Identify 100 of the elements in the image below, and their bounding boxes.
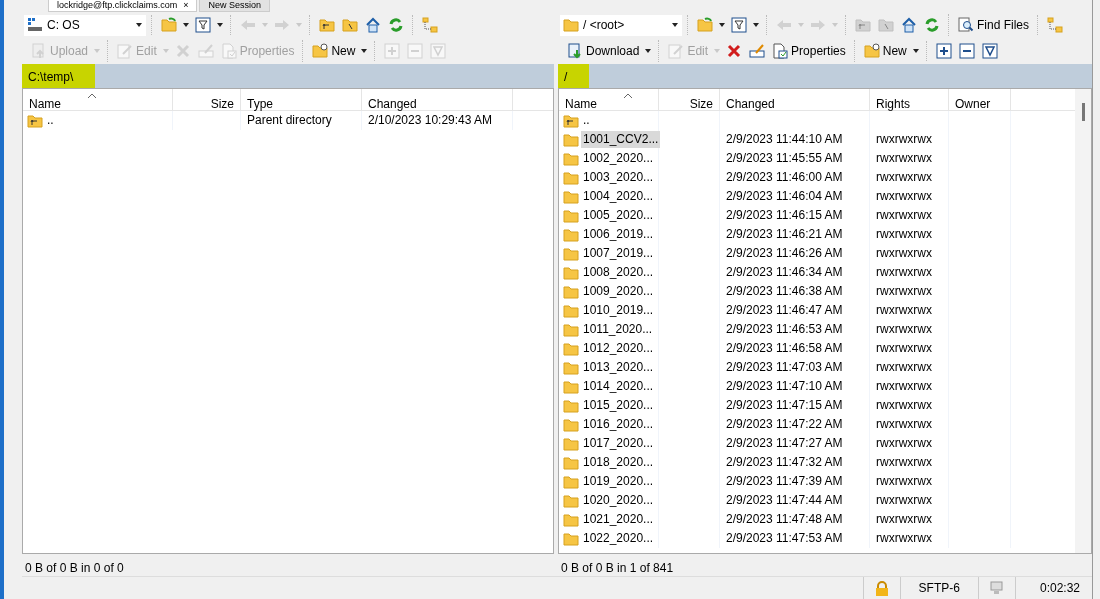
scrollbar-thumb[interactable] [1081,103,1085,121]
file-row[interactable]: 1020_2020... 2/9/2023 11:47:44 AM rwxrwxrwx [559,491,1075,510]
table-cell: 2/9/2023 11:44:10 AM [726,132,843,146]
file-row[interactable]: 1009_2020... 2/9/2023 11:46:38 AM rwxrwxrwx [559,282,1075,301]
table-cell: 2/9/2023 11:47:48 AM [726,512,843,526]
table-cell: rwxrwxrwx [876,189,932,203]
table-cell: 2/9/2023 11:46:53 AM [726,322,843,336]
column-header[interactable]: Name [559,89,659,110]
caret-icon [644,47,653,55]
file-row[interactable]: 1007_2019... 2/9/2023 11:46:26 AM rwxrwxrwx [559,244,1075,263]
file-row[interactable]: 1018_2020... 2/9/2023 11:47:32 AM rwxrwxrwx [559,453,1075,472]
location-dropdown[interactable]: C: OS [24,14,146,36]
root-folder-icon [878,17,894,33]
open-folder-icon [697,17,713,33]
file-row[interactable]: .. [559,111,1075,130]
file-row[interactable]: 1003_2020... 2/9/2023 11:46:00 AM rwxrwxrwx [559,168,1075,187]
file-name: 1012_2020... [582,340,655,357]
new-folder-icon [863,43,880,59]
file-row[interactable]: 1015_2020... 2/9/2023 11:47:15 AM rwxrwxrwx [559,396,1075,415]
caret-icon [182,21,190,29]
file-row[interactable]: 1014_2020... 2/9/2023 11:47:10 AM rwxrwxrwx [559,377,1075,396]
parent-folder-icon [27,112,43,129]
file-row[interactable]: 1006_2019... 2/9/2023 11:46:21 AM rwxrwxrwx [559,225,1075,244]
file-row[interactable]: 1005_2020... 2/9/2023 11:46:15 AM rwxrwxrwx [559,206,1075,225]
table-cell: 2/9/2023 11:46:34 AM [726,265,843,279]
table-cell: 2/9/2023 11:47:15 AM [726,398,843,412]
tree-button[interactable] [419,15,441,35]
file-name: 1013_2020... [582,359,655,376]
column-header[interactable]: Changed [720,89,870,110]
file-row[interactable]: .. Parent directory 2/10/2023 10:29:43 AM [23,111,553,130]
protocol-label: SFTP-6 [918,580,960,597]
open-folder-icon [161,17,177,33]
table-cell: rwxrwxrwx [876,398,932,412]
edit-icon [668,43,685,59]
column-header[interactable]: Type [241,89,362,110]
file-name: 1022_2020... [582,530,655,547]
folder-icon [563,340,579,357]
file-name: 1014_2020... [582,378,655,395]
table-cell: rwxrwxrwx [876,208,932,222]
file-row[interactable]: 1017_2020... 2/9/2023 11:47:27 AM rwxrwxrwx [559,434,1075,453]
column-header[interactable]: Size [659,89,720,110]
column-header[interactable]: Rights [870,89,949,110]
table-cell: 2/9/2023 11:46:26 AM [726,246,843,260]
file-row[interactable]: 1002_2020... 2/9/2023 11:45:55 AM rwxrwxrwx [559,149,1075,168]
parent-folder-icon [319,17,335,33]
file-row[interactable]: 1012_2020... 2/9/2023 11:46:58 AM rwxrwxrwx [559,339,1075,358]
sort-caret-icon [623,92,633,99]
file-row[interactable]: 1008_2020... 2/9/2023 11:46:34 AM rwxrwxrwx [559,263,1075,282]
folder-icon [563,169,579,186]
refresh-icon [388,17,404,33]
file-row[interactable]: 1010_2019... 2/9/2023 11:46:47 AM rwxrwxrwx [559,301,1075,320]
caret-icon [216,21,224,29]
file-row[interactable]: 1013_2020... 2/9/2023 11:47:03 AM rwxrwxrwx [559,358,1075,377]
file-row[interactable]: 1004_2020... 2/9/2023 11:46:04 AM rwxrwxrwx [559,187,1075,206]
filter-button[interactable] [728,15,750,35]
file-name: 1001_CCV2... [581,131,661,148]
home-icon [901,17,917,33]
filter-button[interactable] [192,15,214,35]
session-tab[interactable]: New Session [199,0,270,12]
session-tab[interactable]: lockridge@ftp.clickclaims.com × [48,0,198,12]
file-name: 1020_2020... [582,492,655,509]
file-row[interactable]: 1016_2020... 2/9/2023 11:47:22 AM rwxrwxrwx [559,415,1075,434]
file-name: 1002_2020... [582,150,655,167]
table-cell: 2/9/2023 11:45:55 AM [726,151,843,165]
folder-icon [563,454,579,471]
plus-icon [384,43,401,59]
folder-icon [563,283,579,300]
download-button[interactable]: Download [564,40,643,62]
column-header[interactable]: Owner [949,89,1011,110]
file-row[interactable]: 1022_2020... 2/9/2023 11:47:53 AM rwxrwxrwx [559,529,1075,548]
find-button[interactable]: Find Files [955,14,1032,36]
file-row[interactable]: 1011_2020... 2/9/2023 11:46:53 AM rwxrwxrwx [559,320,1075,339]
lock-icon [873,580,890,597]
column-header[interactable]: Size [173,89,241,110]
table-cell: rwxrwxrwx [876,417,932,431]
file-row[interactable]: 1001_CCV2... 2/9/2023 11:44:10 AM rwxrwxrwx [559,130,1075,149]
table-cell: rwxrwxrwx [876,360,932,374]
file-name: 1015_2020... [582,397,655,414]
table-cell: rwxrwxrwx [876,474,932,488]
properties-button[interactable]: Properties [769,40,849,62]
new-button[interactable]: New [309,40,359,62]
filter-icon [731,17,747,33]
delete-icon [726,43,743,59]
scrollbar[interactable] [1075,89,1091,553]
column-header[interactable]: Changed [362,89,513,110]
tree-button[interactable] [1044,15,1066,35]
forward-arrow-icon [810,17,826,33]
parent-folder-icon [855,17,871,33]
file-row[interactable]: 1021_2020... 2/9/2023 11:47:48 AM rwxrwxrwx [559,510,1075,529]
new-button[interactable]: New [860,40,910,62]
file-row[interactable]: 1019_2020... 2/9/2023 11:47:39 AM rwxrwxrwx [559,472,1075,491]
close-button[interactable]: × [183,0,189,11]
file-name: 1003_2020... [582,169,655,186]
file-name: 1004_2020... [582,188,655,205]
folder-tree-icon [1047,17,1063,33]
file-name: 1016_2020... [582,416,655,433]
minus-icon [958,43,975,59]
folder-icon [563,302,579,319]
column-header[interactable]: Name [23,89,173,110]
location-dropdown[interactable]: / <root> [560,14,682,36]
